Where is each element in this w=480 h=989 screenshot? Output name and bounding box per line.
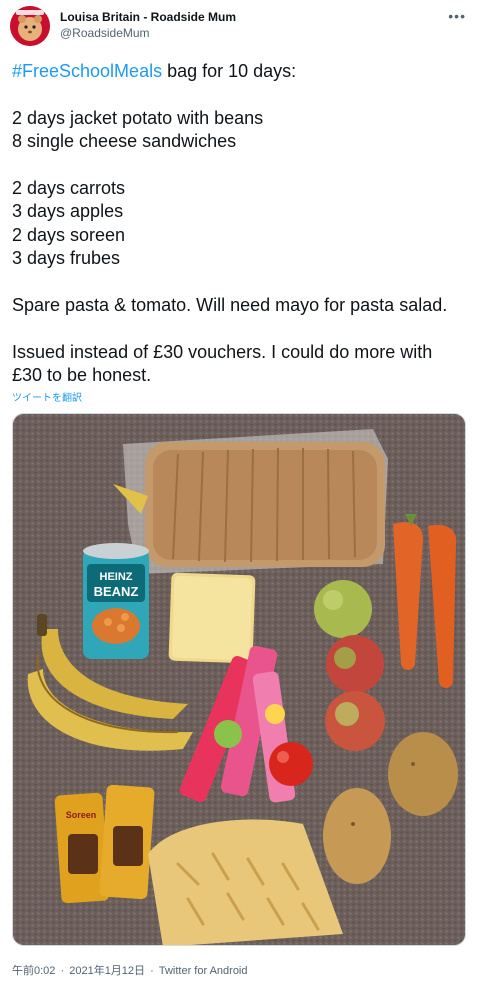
tweet-time[interactable]: 午前0:02 — [12, 965, 55, 977]
tweet-source[interactable]: Twitter for Android — [159, 965, 248, 977]
bean-tin-brand: HEINZ — [100, 571, 133, 583]
tweet-line: 3 days frubes — [12, 248, 121, 269]
soreen-label: Soreen — [66, 810, 97, 820]
translate-tweet-link[interactable]: ツイートを翻訳 — [12, 389, 82, 404]
tweet-text: #FreeSchoolMeals bag for 10 days: 2 days… — [12, 60, 468, 388]
bean-tin-label: BEANZ — [94, 584, 139, 599]
tweet-line — [12, 271, 468, 294]
more-horizontal-icon[interactable]: ••• — [448, 8, 466, 24]
food-photo-illustration: HEINZ BEANZ Soreen — [13, 414, 465, 945]
tweet-line: 3 days apples — [12, 201, 124, 222]
tweet-line: Issued instead of £30 vouchers. I could … — [12, 341, 433, 362]
beans-tin: HEINZ BEANZ — [83, 543, 149, 659]
tweet-line: 8 single cheese sandwiches — [12, 131, 237, 152]
tweet-meta: 午前0:02 · 2021年1月12日 · Twitter for Androi… — [12, 962, 250, 978]
tweet-line: 2 days jacket potato with beans — [12, 107, 264, 128]
bread-loaf — [113, 429, 388, 574]
tweet-line — [12, 154, 468, 177]
hamster-avatar-icon[interactable] — [10, 6, 50, 46]
tweet-date[interactable]: 2021年1月12日 — [69, 965, 145, 977]
tweet-line: Spare pasta & tomato. Will need mayo for… — [12, 295, 448, 316]
author-display-name[interactable]: Louisa Britain - Roadside Mum — [60, 10, 236, 25]
tweet-header: Louisa Britain - Roadside Mum @RoadsideM… — [10, 6, 470, 46]
tomato — [269, 742, 313, 786]
tweet-photo[interactable]: HEINZ BEANZ Soreen — [12, 413, 466, 946]
tweet-line: 2 days soreen — [12, 224, 126, 245]
hashtag-link[interactable]: #FreeSchoolMeals — [12, 61, 162, 81]
tweet-line — [12, 317, 468, 340]
cheese-slices — [168, 572, 256, 664]
meta-separator: · — [60, 965, 65, 977]
meta-separator: · — [150, 965, 154, 977]
tweet-line: £30 to be honest. — [12, 365, 152, 386]
author-names: Louisa Britain - Roadside Mum @RoadsideM… — [60, 10, 236, 41]
tweet-first-line-rest: bag for 10 days: — [162, 61, 297, 81]
tweet-first-line: #FreeSchoolMeals bag for 10 days: — [12, 60, 468, 83]
author-handle[interactable]: @RoadsideMum — [60, 25, 236, 41]
tweet-line: 2 days carrots — [12, 178, 126, 198]
